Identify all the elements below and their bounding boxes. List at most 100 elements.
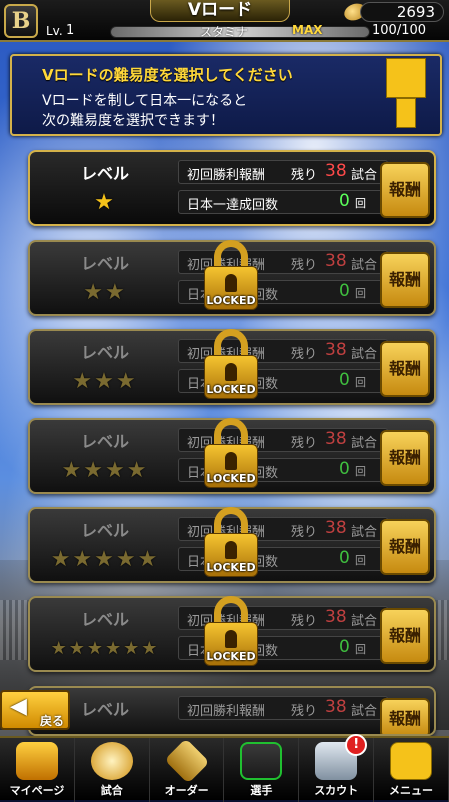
remaining-label: 残り xyxy=(291,258,318,273)
nav-label: マイページ xyxy=(9,784,65,797)
reward-button[interactable]: 報酬 xyxy=(380,608,430,664)
level-card-6[interactable]: レベル ★★★★★★ 初回勝利報酬 残り 38 試合 日本一達成回数 0 回 L… xyxy=(28,596,436,672)
remaining-count: 38 xyxy=(325,518,347,538)
championship-count: 0 xyxy=(339,548,350,568)
lock-icon: LOCKED xyxy=(202,240,260,316)
level-label: レベル xyxy=(80,343,129,362)
first-win-reward-row: 初回勝利報酬 残り 38 試合 xyxy=(178,160,388,184)
championship-unit: 回 xyxy=(355,554,366,567)
star-rating: ★★★ xyxy=(72,369,138,394)
championship-unit: 回 xyxy=(355,287,366,300)
mascot-icon xyxy=(389,742,432,780)
nav-label: スカウト xyxy=(314,784,359,797)
remaining-count: 38 xyxy=(325,161,347,181)
reward-button[interactable]: 報酬 xyxy=(380,162,430,218)
championship-count: 0 xyxy=(339,637,350,657)
locked-label: LOCKED xyxy=(206,472,256,485)
home-icon xyxy=(16,742,58,780)
locked-label: LOCKED xyxy=(206,294,256,307)
remaining-count: 38 xyxy=(325,340,347,360)
field-icon xyxy=(163,738,210,784)
stamina-max: MAX xyxy=(292,23,323,37)
page-title: Vロード xyxy=(150,0,290,22)
remaining-label: 残り xyxy=(291,614,318,629)
lock-icon: LOCKED xyxy=(202,596,260,672)
bottom-nav: マイページ 試合 オーダー 選手 ! スカウト メニュー xyxy=(0,734,449,802)
mascot-icon xyxy=(382,58,430,134)
remaining-label: 残り xyxy=(291,704,318,719)
reward-button[interactable]: 報酬 xyxy=(380,430,430,486)
level-card-3[interactable]: レベル ★★★ 初回勝利報酬 残り 38 試合 日本一達成回数 0 回 LOCK… xyxy=(28,329,436,405)
remaining-label: 残り xyxy=(291,436,318,451)
championship-unit: 回 xyxy=(355,197,366,210)
star-rating: ★ xyxy=(94,190,116,215)
lock-icon: LOCKED xyxy=(202,329,260,405)
remaining-count: 38 xyxy=(325,697,347,717)
notification-badge: ! xyxy=(345,734,368,756)
locked-label: LOCKED xyxy=(206,383,256,396)
star-rating: ★★★★ xyxy=(61,458,149,483)
back-button[interactable]: ◀ 戻る xyxy=(0,690,70,730)
nav-match[interactable]: 試合 xyxy=(75,738,150,802)
remaining-label: 残り xyxy=(291,347,318,362)
star-rating: ★★★★★ xyxy=(50,547,160,572)
locked-label: LOCKED xyxy=(206,650,256,663)
remaining-unit: 試合 xyxy=(351,614,378,629)
remaining-count: 38 xyxy=(325,429,347,449)
star-rating: ★★ xyxy=(83,280,127,305)
championship-unit: 回 xyxy=(355,465,366,478)
back-label: 戻る xyxy=(40,714,65,728)
nav-order[interactable]: オーダー xyxy=(150,738,225,802)
first-win-label: 初回勝利報酬 xyxy=(187,168,266,183)
lock-icon: LOCKED xyxy=(202,418,260,494)
reward-button[interactable]: 報酬 xyxy=(380,698,430,734)
reward-button[interactable]: 報酬 xyxy=(380,341,430,397)
level-card-2[interactable]: レベル ★★ 初回勝利報酬 残り 38 試合 日本一達成回数 0 回 LOCKE… xyxy=(28,240,436,316)
championship-unit: 回 xyxy=(355,643,366,656)
reward-button[interactable]: 報酬 xyxy=(380,252,430,308)
first-win-label: 初回勝利報酬 xyxy=(187,704,266,719)
team-logo[interactable]: B xyxy=(4,4,38,38)
remaining-unit: 試合 xyxy=(351,168,378,183)
stamina-label: スタミナ xyxy=(200,25,249,39)
remaining-unit: 試合 xyxy=(351,525,378,540)
level-card-5[interactable]: レベル ★★★★★ 初回勝利報酬 残り 38 試合 日本一達成回数 0 回 LO… xyxy=(28,507,436,583)
championship-count: 0 xyxy=(339,191,350,211)
level-label: レベル xyxy=(80,432,129,451)
championship-count-row: 日本一達成回数 0 回 xyxy=(178,190,388,214)
remaining-unit: 試合 xyxy=(351,436,378,451)
nav-label: メニュー xyxy=(388,784,433,797)
level-card-4[interactable]: レベル ★★★★ 初回勝利報酬 残り 38 試合 日本一達成回数 0 回 LOC… xyxy=(28,418,436,494)
player-icon xyxy=(240,742,283,780)
coin-count: 2693 xyxy=(360,2,444,22)
level-card-7[interactable]: レベル 初回勝利報酬 残り 38 試合 報酬 xyxy=(28,686,436,736)
info-heading: Vロードの難易度を選択してください xyxy=(42,66,293,84)
championship-label: 日本一達成回数 xyxy=(187,198,279,213)
remaining-unit: 試合 xyxy=(351,347,378,362)
level-label: レベル xyxy=(80,521,129,540)
nav-mypage[interactable]: マイページ xyxy=(0,738,75,802)
reward-button[interactable]: 報酬 xyxy=(380,519,430,575)
info-box: Vロードの難易度を選択してください Vロードを制して日本一になると 次の難易度を… xyxy=(10,54,442,136)
remaining-label: 残り xyxy=(291,525,318,540)
baseball-icon xyxy=(90,742,133,780)
nav-menu[interactable]: メニュー xyxy=(374,738,449,802)
level-value: 1 xyxy=(66,23,75,38)
stamina-value: 100/100 xyxy=(372,23,427,38)
level-card-1[interactable]: レベル ★ 初回勝利報酬 残り 38 試合 日本一達成回数 0 回 報酬 xyxy=(28,150,436,226)
lock-icon: LOCKED xyxy=(202,507,260,583)
info-line-1: Vロードを制して日本一になると xyxy=(42,93,248,109)
locked-label: LOCKED xyxy=(206,561,256,574)
nav-players[interactable]: 選手 xyxy=(224,738,300,802)
star-rating: ★★★★★★ xyxy=(50,638,160,659)
nav-scout[interactable]: ! スカウト xyxy=(299,734,374,802)
championship-unit: 回 xyxy=(355,376,366,389)
level-label: レベル xyxy=(80,610,129,629)
level-label: レベル xyxy=(80,164,129,183)
remaining-count: 38 xyxy=(325,251,347,271)
top-bar: B Vロード 2693 Lv. 1 スタミナ MAX 100/100 xyxy=(0,0,449,42)
nav-label: オーダー xyxy=(164,784,209,797)
championship-count: 0 xyxy=(339,370,350,390)
championship-count: 0 xyxy=(339,281,350,301)
info-line-2: 次の難易度を選択できます！ xyxy=(42,113,224,129)
